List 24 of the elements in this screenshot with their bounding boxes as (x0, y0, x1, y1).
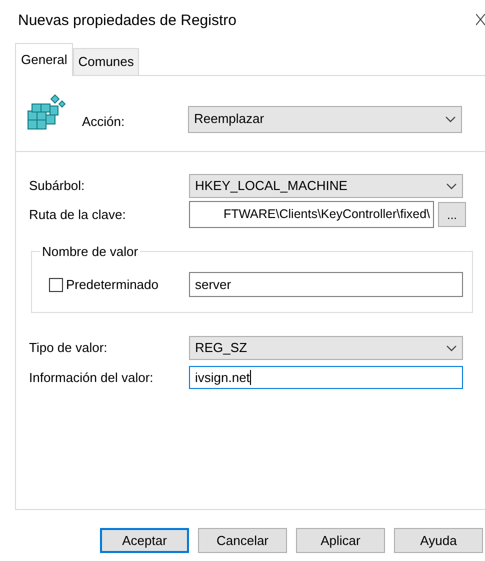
key-path-label: Ruta de la clave: (29, 206, 127, 224)
dialog-button[interactable]: Ayuda (394, 528, 483, 553)
chevron-down-icon (446, 344, 457, 352)
action-dropdown[interactable]: Reemplazar (188, 106, 462, 132)
value-type-label: Tipo de valor: (29, 339, 108, 358)
window-title: Nuevas propiedades de Registro (18, 10, 236, 31)
chevron-down-icon (446, 182, 457, 190)
dialog-button[interactable]: Aplicar (296, 528, 385, 553)
browse-button[interactable]: ... (438, 202, 466, 227)
value-data-label: Información del valor: (29, 368, 154, 387)
dialog-button[interactable]: Cancelar (198, 528, 287, 553)
chevron-down-icon (445, 116, 456, 122)
key-path-field[interactable]: FTWARE\Clients\KeyController\fixed\ (189, 201, 434, 228)
hive-label: Subárbol: (29, 177, 86, 196)
value-name-field[interactable]: server (189, 272, 463, 297)
checkbox[interactable] (49, 278, 63, 292)
hive-dropdown[interactable]: HKEY_LOCAL_MACHINE (189, 174, 463, 198)
value-data-field[interactable]: ivsign.net (189, 366, 463, 389)
close-icon[interactable] (476, 14, 485, 28)
tab[interactable]: Comunes (73, 48, 139, 75)
tab[interactable]: General (15, 43, 74, 76)
value-type-dropdown[interactable]: REG_SZ (189, 336, 463, 360)
dialog-button[interactable]: Aceptar (100, 528, 189, 553)
default-label: Predeterminado (66, 276, 160, 294)
